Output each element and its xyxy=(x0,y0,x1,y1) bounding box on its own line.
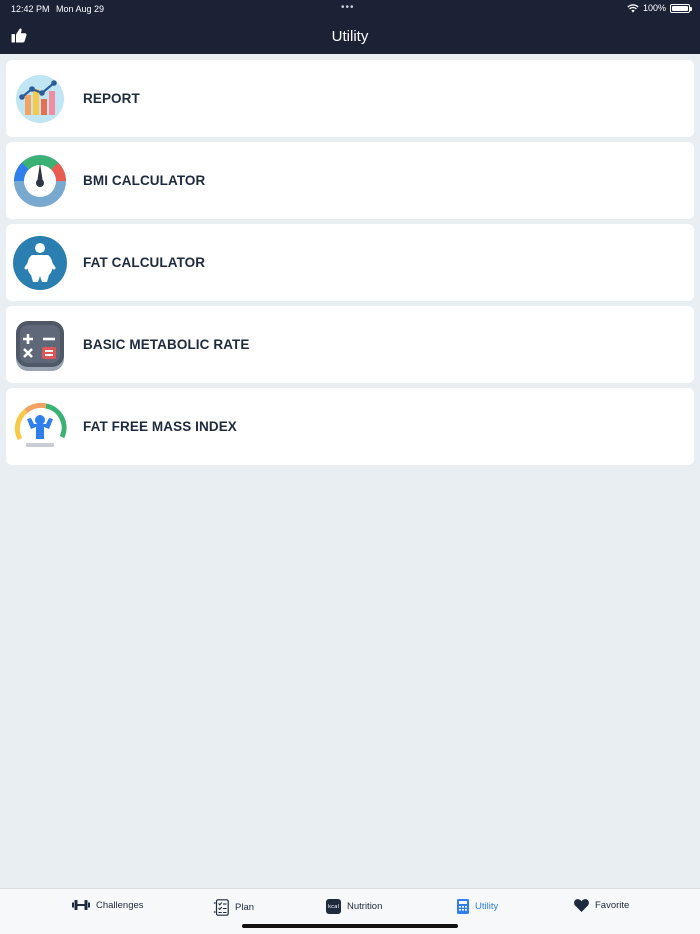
tab-challenges[interactable]: Challenges xyxy=(72,899,144,911)
status-indicators: 100% xyxy=(627,3,692,13)
fat-free-mass-index-item[interactable]: FAT FREE MASS INDEX xyxy=(6,388,694,465)
tab-plan[interactable]: Plan xyxy=(213,899,254,916)
checklist-icon xyxy=(213,899,229,916)
tab-nutrition-label: Nutrition xyxy=(347,901,383,912)
tab-utility[interactable]: Utility xyxy=(457,899,498,914)
page-title: Utility xyxy=(331,28,369,45)
bmi-calculator-item[interactable]: BMI CALCULATOR xyxy=(6,142,694,219)
tab-favorite[interactable]: Favorite xyxy=(574,899,629,912)
tab-plan-label: Plan xyxy=(235,902,255,913)
status-date: Mon Aug 29 xyxy=(56,4,105,14)
battery-icon xyxy=(670,3,692,13)
report-item[interactable]: REPORT xyxy=(6,60,694,137)
kcal-icon: kcal xyxy=(326,899,341,914)
ffmi-gauge-icon xyxy=(12,399,68,455)
home-indicator[interactable] xyxy=(242,924,458,928)
bmi-gauge-icon xyxy=(12,153,68,209)
utility-list: REPORT BMI CALCULATOR FAT CALCULATOR BAS… xyxy=(6,60,694,470)
basic-metabolic-rate-item[interactable]: BASIC METABOLIC RATE xyxy=(6,306,694,383)
bmi-calculator-label: BMI CALCULATOR xyxy=(83,173,206,188)
battery-percent: 100% xyxy=(642,3,666,13)
body-fat-icon xyxy=(12,235,68,291)
fat-calculator-item[interactable]: FAT CALCULATOR xyxy=(6,224,694,301)
fat-calculator-label: FAT CALCULATOR xyxy=(83,255,206,270)
calculator-icon xyxy=(12,317,68,373)
status-bar: 12:42 PM Mon Aug 29 ••• 100% xyxy=(0,0,700,18)
fat-free-mass-index-label: FAT FREE MASS INDEX xyxy=(83,419,237,434)
tab-nutrition[interactable]: kcal Nutrition xyxy=(326,899,382,914)
calculator-tab-icon xyxy=(457,899,469,914)
report-chart-icon xyxy=(12,71,68,127)
tab-utility-label: Utility xyxy=(475,901,499,912)
heart-icon xyxy=(574,899,589,912)
dumbbell-icon xyxy=(72,900,90,910)
tab-favorite-label: Favorite xyxy=(595,900,630,911)
top-bar: 12:42 PM Mon Aug 29 ••• 100% Utility xyxy=(0,0,700,54)
basic-metabolic-rate-label: BASIC METABOLIC RATE xyxy=(83,337,250,352)
multitasking-dots-icon[interactable]: ••• xyxy=(341,2,355,13)
tab-challenges-label: Challenges xyxy=(96,899,144,911)
report-label: REPORT xyxy=(83,91,140,106)
wifi-icon xyxy=(627,3,639,12)
status-time: 12:42 PM xyxy=(11,4,50,14)
